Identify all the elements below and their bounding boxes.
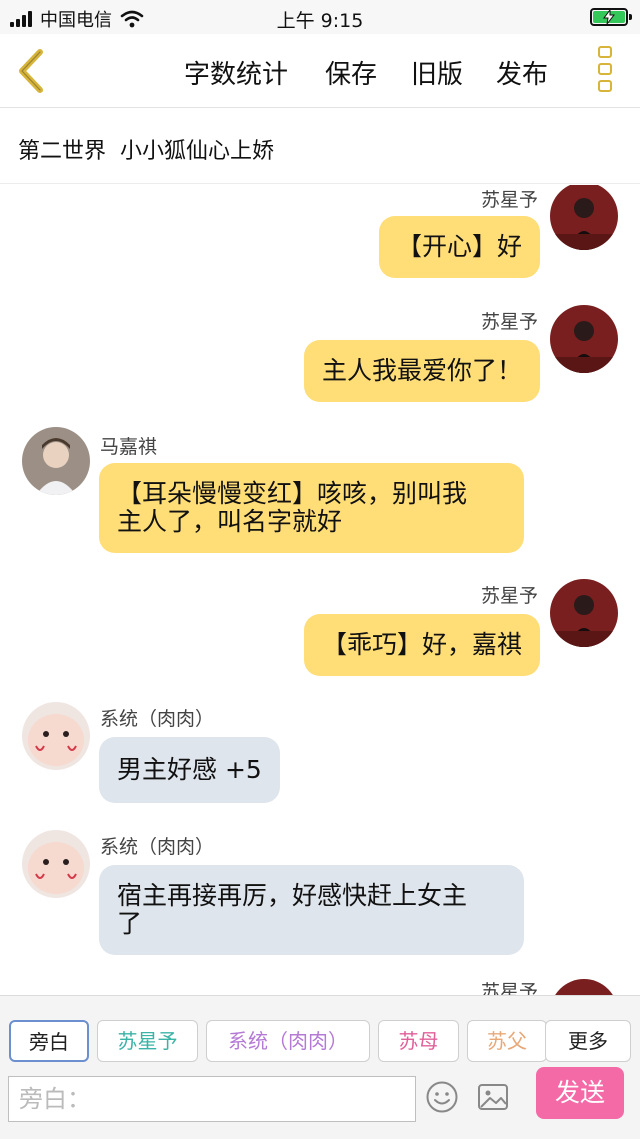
old-version-button[interactable]: 旧版 <box>411 54 463 91</box>
emoji-icon[interactable] <box>425 1080 459 1114</box>
avatar-suxingyu[interactable] <box>550 979 618 995</box>
more-menu-icon[interactable] <box>598 46 616 96</box>
sender-name: 系统（肉肉） <box>100 708 215 730</box>
role-chip-suxingyu[interactable]: 苏星予 <box>97 1020 198 1062</box>
message-bubble[interactable]: 宿主再接再厉，好感快赶上女主 了 <box>99 865 524 955</box>
send-button[interactable]: 发送 <box>536 1067 624 1119</box>
back-chevron-icon[interactable] <box>12 48 52 94</box>
message-self: 苏星予 <box>0 977 640 995</box>
message-bubble[interactable]: 男主好感 +5 <box>99 737 280 803</box>
role-chip-label: 苏父 <box>487 1029 527 1053</box>
save-button[interactable]: 保存 <box>325 54 377 91</box>
message-input[interactable]: 旁白： <box>8 1076 416 1122</box>
avatar-system[interactable] <box>22 702 90 770</box>
role-chip-mother[interactable]: 苏母 <box>378 1020 459 1062</box>
status-bar: 中国电信 上午 9:15 <box>0 0 640 34</box>
sender-name: 系统（肉肉） <box>100 836 215 858</box>
avatar-suxingyu[interactable] <box>550 305 618 373</box>
chapter-title: 第二世界 小小狐仙心上娇 <box>18 139 274 164</box>
image-icon[interactable] <box>476 1080 510 1114</box>
role-chip-father[interactable]: 苏父 <box>467 1020 547 1062</box>
publish-button[interactable]: 发布 <box>496 54 548 91</box>
message-input-placeholder: 旁白： <box>19 1085 91 1113</box>
avatar-suxingyu[interactable] <box>550 579 618 647</box>
role-chip-label: 苏星予 <box>117 1029 178 1053</box>
chapter-header: 第二世界 小小狐仙心上娇 <box>0 109 640 184</box>
message-bubble[interactable]: 【乖巧】好，嘉祺 <box>303 614 540 676</box>
charging-bolt-icon <box>603 10 616 24</box>
message-line: 主人了，叫名字就好 <box>117 507 343 536</box>
message-feed[interactable]: 苏星予 【开心】好 苏星予 主人我最爱你了！ 马嘉祺 【耳朵慢慢变红】咳咳，别叫… <box>0 185 640 995</box>
message-self: 苏星予 主人我最爱你了！ <box>0 303 640 413</box>
role-chip-narrator[interactable]: 旁白 <box>9 1020 89 1062</box>
sender-name: 苏星予 <box>480 585 538 607</box>
status-time: 上午 9:15 <box>276 10 364 32</box>
message-other: 马嘉祺 【耳朵慢慢变红】咳咳，别叫我 主人了，叫名字就好 <box>0 427 640 557</box>
message-bubble[interactable]: 【耳朵慢慢变红】咳咳，别叫我 主人了，叫名字就好 <box>99 463 524 553</box>
message-line: 宿主再接再厉，好感快赶上女主 <box>117 881 468 910</box>
sender-name: 苏星予 <box>480 311 538 333</box>
composer-panel: 旁白 苏星予 系统（肉肉） 苏母 苏父 更多 旁白： 发送 <box>0 995 640 1139</box>
avatar-suxingyu[interactable] <box>550 185 618 250</box>
message-self: 苏星予 【乖巧】好，嘉祺 <box>0 575 640 685</box>
sender-name: 苏星予 <box>480 981 538 995</box>
role-chip-label: 系统（肉肉） <box>228 1029 348 1053</box>
message-other: 系统（肉肉） 宿主再接再厉，好感快赶上女主 了 <box>0 828 640 958</box>
top-toolbar: 字数统计 保存 旧版 发布 <box>0 34 640 108</box>
avatar-system[interactable] <box>22 830 90 898</box>
message-other: 系统（肉肉） 男主好感 +5 <box>0 700 640 810</box>
message-line: 【耳朵慢慢变红】咳咳，别叫我 <box>117 479 468 508</box>
role-chip-label: 旁白 <box>29 1030 69 1054</box>
word-count-button[interactable]: 字数统计 <box>184 54 288 91</box>
message-bubble[interactable]: 【开心】好 <box>378 216 540 278</box>
message-line: 了 <box>117 909 143 938</box>
message-self: 苏星予 【开心】好 <box>0 185 640 285</box>
role-chip-label: 更多 <box>568 1029 608 1053</box>
more-roles-button[interactable]: 更多 <box>545 1020 631 1062</box>
sender-name: 苏星予 <box>480 189 538 211</box>
sender-name: 马嘉祺 <box>100 436 158 458</box>
role-chip-label: 苏母 <box>398 1029 439 1053</box>
battery-icon <box>590 8 632 26</box>
role-chip-system[interactable]: 系统（肉肉） <box>206 1020 370 1062</box>
message-bubble[interactable]: 主人我最爱你了！ <box>303 340 540 402</box>
avatar-majiaqi[interactable] <box>22 427 90 495</box>
